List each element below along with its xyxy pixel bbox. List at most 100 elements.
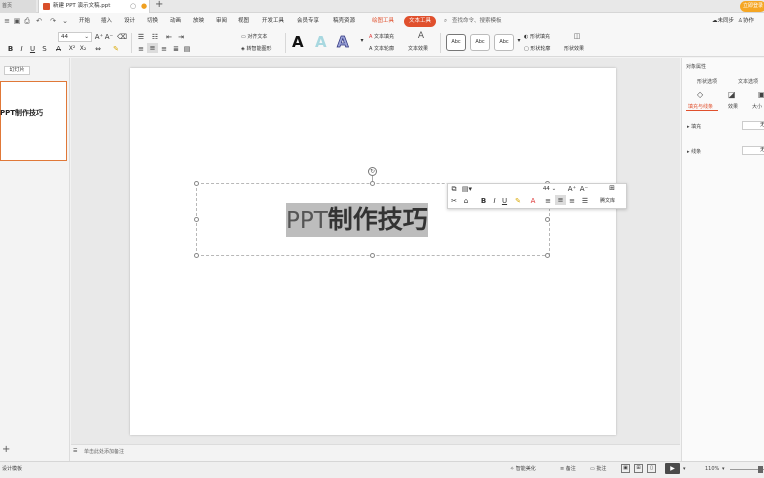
mini-font-color-icon[interactable]: A <box>528 196 538 206</box>
shape-style-2[interactable]: Abc <box>470 34 490 51</box>
tab-home[interactable]: 首页 <box>0 0 36 13</box>
slides-tab[interactable]: 幻灯片 <box>4 66 30 75</box>
text-outline-button[interactable]: A 文本轮廓 <box>369 44 394 54</box>
text-fill-button[interactable]: A 文本填充 <box>369 32 394 42</box>
undo-icon[interactable]: ↶ <box>34 16 44 27</box>
mini-align-right-icon[interactable]: ≡ <box>567 196 577 206</box>
tab-close-icon[interactable]: ○ <box>130 2 136 10</box>
slide-title-text[interactable]: PPT制作技巧 <box>286 203 428 237</box>
text-lib-button[interactable]: 腾文库 <box>600 196 615 206</box>
zoom-value[interactable]: 110% <box>705 461 719 478</box>
subtab-size[interactable]: 大小 <box>752 103 762 110</box>
command-search[interactable]: 查找命令、搜索模板 <box>452 13 502 30</box>
menu-transition[interactable]: 切换 <box>147 13 158 30</box>
play-slideshow-icon[interactable]: ▶ <box>665 463 680 474</box>
resize-handle-bl[interactable] <box>194 253 199 258</box>
notes-toggle-icon[interactable]: ☰ <box>73 448 77 454</box>
play-options-icon[interactable]: ▾ <box>683 461 686 478</box>
text-effect-icon[interactable]: A <box>414 31 428 41</box>
fill-section[interactable]: ▸ 填充 <box>687 123 701 130</box>
text-style-light-icon[interactable]: A <box>315 33 327 51</box>
font-size-dropdown[interactable]: 44 ⌄ <box>58 32 92 42</box>
menu-insert[interactable]: 插入 <box>101 13 112 30</box>
smart-shape-button[interactable]: ◈ 转智能图形 <box>241 44 271 54</box>
bullet-list-icon[interactable]: ☰ <box>136 32 146 42</box>
resize-handle-br[interactable] <box>545 253 550 258</box>
notes-placeholder[interactable]: 单击此处添加备注 <box>84 448 124 455</box>
align-left-icon[interactable]: ≡ <box>136 44 146 54</box>
rotate-handle-icon[interactable]: ↻ <box>368 167 377 176</box>
search-icon[interactable]: ⌕ <box>444 13 447 30</box>
redo-icon[interactable]: ↷ <box>48 16 58 27</box>
shape-fill-button[interactable]: ◐ 形状填充 <box>524 32 550 42</box>
print-icon[interactable]: ⎙ <box>22 16 32 27</box>
zoom-chevron-icon[interactable]: ▾ <box>722 461 725 478</box>
menu-developer[interactable]: 开发工具 <box>262 13 284 30</box>
menu-design[interactable]: 设计 <box>124 13 135 30</box>
shape-style-3[interactable]: Abc <box>494 34 514 51</box>
char-spacing-icon[interactable]: ⇔ <box>93 44 103 54</box>
slide-thumbnail-1[interactable] <box>0 81 67 161</box>
subscript-icon[interactable]: X₂ <box>78 44 88 54</box>
increase-indent-icon[interactable]: ⇥ <box>176 32 186 42</box>
mini-align-left-icon[interactable]: ≡ <box>543 196 553 206</box>
align-text-button[interactable]: ▭ 对齐文本 <box>241 32 267 42</box>
bold-icon[interactable]: B <box>6 44 15 54</box>
zoom-slider-handle[interactable] <box>758 466 763 473</box>
mini-underline-icon[interactable]: U <box>500 196 509 206</box>
shape-style-1[interactable]: Abc <box>446 34 466 51</box>
mini-highlight-icon[interactable]: ✎ <box>512 196 524 206</box>
tab-text-options[interactable]: 文本选项 <box>738 78 758 85</box>
decrease-indent-icon[interactable]: ⇤ <box>164 32 174 42</box>
menu-hamburger-icon[interactable]: ≡ <box>2 16 12 27</box>
tab-shape-options[interactable]: 形状选项 <box>697 78 717 85</box>
mini-align-center-icon[interactable]: ≡ <box>555 195 566 205</box>
sorter-view-icon[interactable]: ⊞ <box>634 464 643 473</box>
text-effect-button[interactable]: 文本效果 <box>408 44 428 54</box>
underline-icon[interactable]: U <box>28 44 37 54</box>
distribute-icon[interactable]: ▤ <box>182 44 192 54</box>
text-style-black-icon[interactable]: A <box>292 33 304 51</box>
clear-format-icon[interactable]: ⌫ <box>117 32 127 42</box>
italic-icon[interactable]: I <box>17 44 26 54</box>
resize-handle-l[interactable] <box>194 217 199 222</box>
shape-effect-button[interactable]: 形状效果 <box>564 44 584 54</box>
text-lib-icon[interactable]: ⊞ <box>606 183 618 193</box>
menu-review[interactable]: 审阅 <box>216 13 227 30</box>
size-icon[interactable]: ▣ <box>758 90 764 99</box>
copy-icon[interactable]: ⧉ <box>449 184 459 194</box>
normal-view-icon[interactable]: ▣ <box>621 464 630 473</box>
more-icon[interactable]: ⌄ <box>60 16 70 27</box>
line-select[interactable]: 无 <box>742 146 764 155</box>
sync-status[interactable]: ☁未同步 <box>712 13 734 30</box>
mini-font-size[interactable]: 44 ⌄ <box>530 185 564 194</box>
menu-member[interactable]: 会员专享 <box>297 13 319 30</box>
add-slide-icon[interactable]: + <box>2 444 10 455</box>
collab-button[interactable]: ♙协作 <box>738 13 754 30</box>
menu-slideshow[interactable]: 放映 <box>193 13 204 30</box>
cut-icon[interactable]: ✂ <box>449 196 459 206</box>
resize-handle-tl[interactable] <box>194 181 199 186</box>
text-style-more-icon[interactable]: ▾ <box>358 36 366 46</box>
subtab-fill-line[interactable]: 填充与线条 <box>688 103 713 110</box>
menu-resources[interactable]: 稿壳资源 <box>333 13 355 30</box>
notes-bar[interactable] <box>71 444 680 460</box>
login-button[interactable]: 立即登录 <box>740 1 764 12</box>
menu-start[interactable]: 开始 <box>79 13 90 30</box>
subtab-effect[interactable]: 效果 <box>728 103 738 110</box>
mini-line-spacing-icon[interactable]: ☰ <box>580 196 590 206</box>
resize-handle-t[interactable] <box>370 181 375 186</box>
fill-select[interactable]: 无 <box>742 121 764 130</box>
shrink-font-icon[interactable]: A⁻ <box>104 32 114 42</box>
shape-effect-icon[interactable]: ◫ <box>570 31 584 41</box>
format-painter-icon[interactable]: ⌂ <box>461 196 471 206</box>
menu-view[interactable]: 视图 <box>238 13 249 30</box>
strikethrough-icon[interactable]: A <box>54 44 63 54</box>
align-center-icon[interactable]: ≡ <box>147 43 158 53</box>
menu-drawing-tools[interactable]: 绘图工具 <box>372 13 394 30</box>
text-style-outline-icon[interactable]: A <box>337 33 349 52</box>
superscript-icon[interactable]: X² <box>67 44 77 54</box>
effect-icon[interactable]: ◪ <box>728 90 736 99</box>
fill-line-icon[interactable]: ◇ <box>697 90 703 99</box>
grow-font-icon[interactable]: A⁺ <box>567 184 577 194</box>
